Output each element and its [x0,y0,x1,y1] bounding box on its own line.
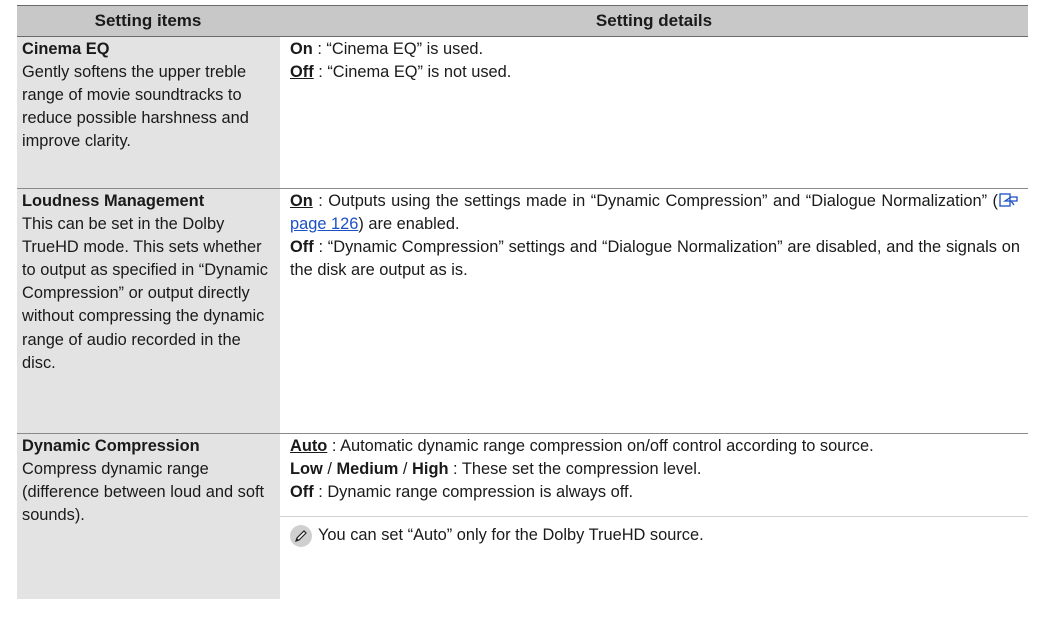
item-name: Loudness Management [22,192,205,210]
item-cell: Cinema EQ Gently softens the upper trebl… [17,37,280,188]
option-levels: Low / Medium / High : These set the comp… [290,460,702,479]
item-cell: Loudness Management This can be set in t… [17,189,280,433]
option-on: On : Outputs using the settings made in … [290,190,1020,236]
item-name: Cinema EQ [22,40,110,58]
item-description: Compress dynamic range (difference betwe… [22,460,265,525]
item-description: Gently softens the upper treble range of… [22,63,249,151]
table-row-loudness-management: Loudness Management This can be set in t… [17,189,1028,434]
note-text: You can set “Auto” only for the Dolby Tr… [318,526,704,545]
table-header: Setting items Setting details [17,5,1028,37]
table-row-cinema-eq: Cinema EQ Gently softens the upper trebl… [17,37,1028,189]
details-cell: On : “Cinema EQ” is used. Off : “Cinema … [280,37,1028,188]
header-setting-items: Setting items [94,11,202,30]
option-off: Off : “Dynamic Compression” settings and… [290,238,1020,280]
option-off: Off : “Cinema EQ” is not used. [290,63,512,82]
table-row-dynamic-compression: Dynamic Compression Compress dynamic ran… [17,434,1028,599]
note: You can set “Auto” only for the Dolby Tr… [280,516,1028,547]
details-cell: On : Outputs using the settings made in … [280,189,1028,433]
item-name: Dynamic Compression [22,437,200,455]
item-cell: Dynamic Compression Compress dynamic ran… [17,434,280,599]
option-off: Off : Dynamic range compression is alway… [290,483,634,502]
pencil-icon [290,524,312,547]
header-setting-details: Setting details [595,11,713,30]
page-reference-icon [999,193,1018,207]
item-description: This can be set in the Dolby TrueHD mode… [22,215,268,372]
details-cell: Auto : Automatic dynamic range compressi… [280,434,1028,599]
option-on: On : “Cinema EQ” is used. [290,40,484,58]
page-link[interactable]: page 126 [290,215,358,233]
settings-table: Setting items Setting details Cinema EQ … [17,5,1028,599]
option-auto: Auto : Automatic dynamic range compressi… [290,437,874,455]
